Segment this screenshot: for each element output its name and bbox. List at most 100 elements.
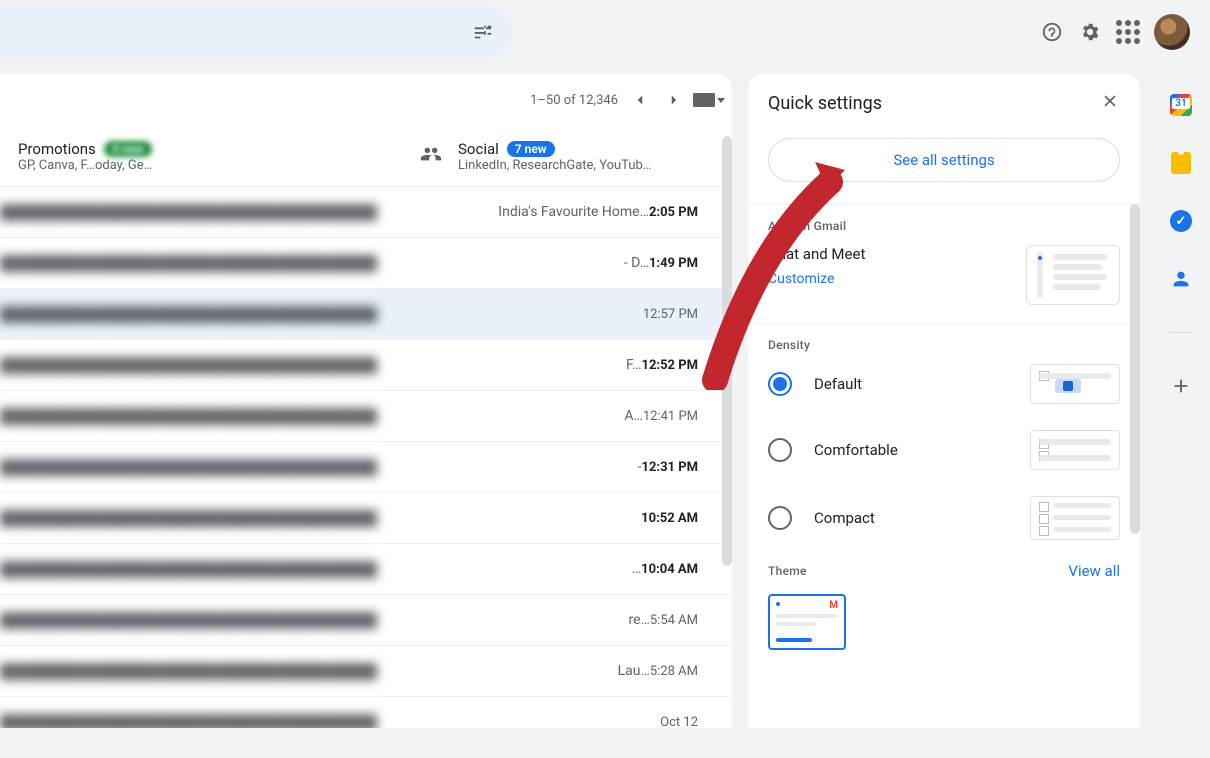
- mail-row-body: ██████████████████████████████████████: [0, 561, 626, 578]
- settings-gear-icon[interactable]: [1078, 20, 1102, 44]
- mail-row-body: ██████████████████████████████████████: [0, 510, 635, 527]
- apps-line: Chat and Meet: [768, 245, 865, 263]
- quick-settings-header: Quick settings: [748, 74, 1140, 132]
- mail-row-time: 5:54 AM: [650, 613, 698, 628]
- header-icons: [1040, 10, 1190, 54]
- theme-header: Theme: [768, 564, 807, 578]
- apps-header: Apps in Gmail: [768, 219, 1120, 233]
- mail-row-body: ██████████████████████████████████████: [0, 357, 620, 374]
- quick-settings-title: Quick settings: [768, 93, 882, 114]
- mail-rows: ██████████████████████████████████████ In…: [0, 186, 732, 728]
- calendar-icon[interactable]: [1170, 94, 1192, 116]
- support-icon[interactable]: [1040, 20, 1064, 44]
- keep-icon[interactable]: [1171, 152, 1191, 174]
- mail-row-time: Oct 12: [660, 715, 698, 729]
- keyboard-icon: [693, 93, 715, 107]
- tab-promotions-sub: GP, Canva, F…oday, Ge…: [18, 158, 152, 173]
- category-tabs: Promotions 4 new GP, Canva, F…oday, Ge… …: [0, 126, 732, 186]
- tab-social-label: Social: [458, 140, 499, 158]
- density-compact[interactable]: Compact: [768, 496, 1120, 540]
- mail-list-panel: 1–50 of 12,346 Promotions 4 new GP, Canv…: [0, 74, 732, 728]
- mail-row[interactable]: ██████████████████████████████████████ F…: [0, 339, 732, 390]
- theme-view-all-link[interactable]: View all: [1068, 562, 1120, 580]
- search-filters-icon[interactable]: [472, 21, 494, 43]
- mail-row-body: ██████████████████████████████████████: [0, 204, 492, 221]
- account-avatar[interactable]: [1154, 14, 1190, 50]
- density-header: Density: [768, 338, 1120, 352]
- mail-row[interactable]: ██████████████████████████████████████ -…: [0, 237, 732, 288]
- mail-row-time: 12:41 PM: [643, 409, 698, 424]
- mail-row[interactable]: ██████████████████████████████████████ A…: [0, 390, 732, 441]
- section-density: Density Default Comfortable: [748, 323, 1140, 562]
- apps-preview-thumb: [1026, 245, 1120, 305]
- mail-row[interactable]: ██████████████████████████████████████ r…: [0, 594, 732, 645]
- get-addons-icon[interactable]: [1170, 375, 1192, 397]
- density-default[interactable]: Default: [768, 364, 1120, 404]
- mail-row-time: 2:05 PM: [649, 205, 698, 220]
- radio-compact[interactable]: [768, 506, 792, 530]
- section-apps-in-gmail: Apps in Gmail Chat and Meet Customize: [748, 204, 1140, 323]
- mail-row-time: 10:52 AM: [641, 511, 698, 526]
- mail-row-body: ██████████████████████████████████████: [0, 459, 632, 476]
- customize-link[interactable]: Customize: [768, 271, 865, 287]
- tab-promotions[interactable]: Promotions 4 new GP, Canva, F…oday, Ge…: [0, 140, 402, 173]
- section-theme: Theme View all: [748, 562, 1140, 668]
- mail-row[interactable]: ██████████████████████████████████████ -…: [0, 441, 732, 492]
- settings-scrollbar[interactable]: [1130, 204, 1140, 534]
- header-bar: [0, 0, 1210, 64]
- pager-prev-icon[interactable]: [628, 88, 652, 112]
- mail-row[interactable]: ██████████████████████████████████████ Oc…: [0, 696, 732, 728]
- radio-default[interactable]: [768, 372, 792, 396]
- caret-down-icon: [717, 98, 725, 103]
- tab-promotions-badge: 4 new: [104, 141, 152, 157]
- close-icon[interactable]: [1100, 91, 1120, 115]
- mail-row-body: ██████████████████████████████████████: [0, 306, 637, 323]
- mail-row-snippet: …: [632, 561, 641, 577]
- mail-row-time: 12:52 PM: [642, 358, 699, 373]
- mail-row-time: 1:49 PM: [649, 256, 698, 271]
- search-bar[interactable]: [0, 4, 514, 60]
- radio-comfortable[interactable]: [768, 438, 792, 462]
- density-default-thumb: [1030, 364, 1120, 404]
- density-compact-thumb: [1030, 496, 1120, 540]
- mail-row-time: 12:31 PM: [642, 460, 699, 475]
- mail-row-snippet: A…: [624, 408, 643, 424]
- pager-next-icon[interactable]: [662, 88, 686, 112]
- mail-row-time: 10:04 AM: [641, 562, 698, 577]
- tab-social[interactable]: Social 7 new LinkedIn, ResearchGate, You…: [402, 140, 732, 173]
- side-panel-rail: [1152, 64, 1210, 758]
- mail-row[interactable]: ██████████████████████████████████████ 12…: [0, 288, 732, 339]
- mail-row-time: 5:28 AM: [650, 664, 698, 679]
- mail-row-snippet: Lau…: [618, 663, 650, 679]
- mail-row-body: ██████████████████████████████████████: [0, 663, 612, 680]
- theme-option-selected[interactable]: [768, 594, 846, 650]
- mail-scrollbar[interactable]: [722, 136, 732, 566]
- mail-row-body: ██████████████████████████████████████: [0, 408, 618, 425]
- mail-row[interactable]: ██████████████████████████████████████ 10…: [0, 492, 732, 543]
- google-apps-icon[interactable]: [1116, 20, 1140, 44]
- see-all-settings-button[interactable]: See all settings: [768, 138, 1120, 182]
- mail-row-snippet: F…: [626, 357, 642, 373]
- mail-row-snippet: India's Favourite Home…: [498, 204, 649, 220]
- quick-settings-panel: Quick settings See all settings Apps in …: [748, 74, 1140, 728]
- mail-row-body: ██████████████████████████████████████: [0, 255, 618, 272]
- tab-promotions-label: Promotions: [18, 140, 96, 158]
- mail-row[interactable]: ██████████████████████████████████████ …1…: [0, 543, 732, 594]
- mail-row[interactable]: ██████████████████████████████████████ In…: [0, 186, 732, 237]
- mail-row-snippet: - D…: [624, 255, 649, 271]
- people-icon: [420, 143, 442, 169]
- mail-row-body: ██████████████████████████████████████: [0, 714, 654, 729]
- rail-divider: [1169, 332, 1193, 333]
- pager: 1–50 of 12,346: [530, 74, 686, 126]
- input-method-selector[interactable]: [686, 74, 732, 126]
- tasks-icon[interactable]: [1170, 210, 1192, 232]
- density-comfortable-thumb: [1030, 430, 1120, 470]
- pager-range: 1–50 of 12,346: [530, 93, 618, 108]
- contacts-icon[interactable]: [1170, 268, 1192, 290]
- density-comfortable[interactable]: Comfortable: [768, 430, 1120, 470]
- mail-toolbar: 1–50 of 12,346: [0, 74, 732, 126]
- tab-social-badge: 7 new: [507, 141, 555, 157]
- mail-row-time: 12:57 PM: [643, 307, 698, 322]
- mail-row[interactable]: ██████████████████████████████████████ L…: [0, 645, 732, 696]
- mail-row-snippet: re…: [628, 612, 649, 628]
